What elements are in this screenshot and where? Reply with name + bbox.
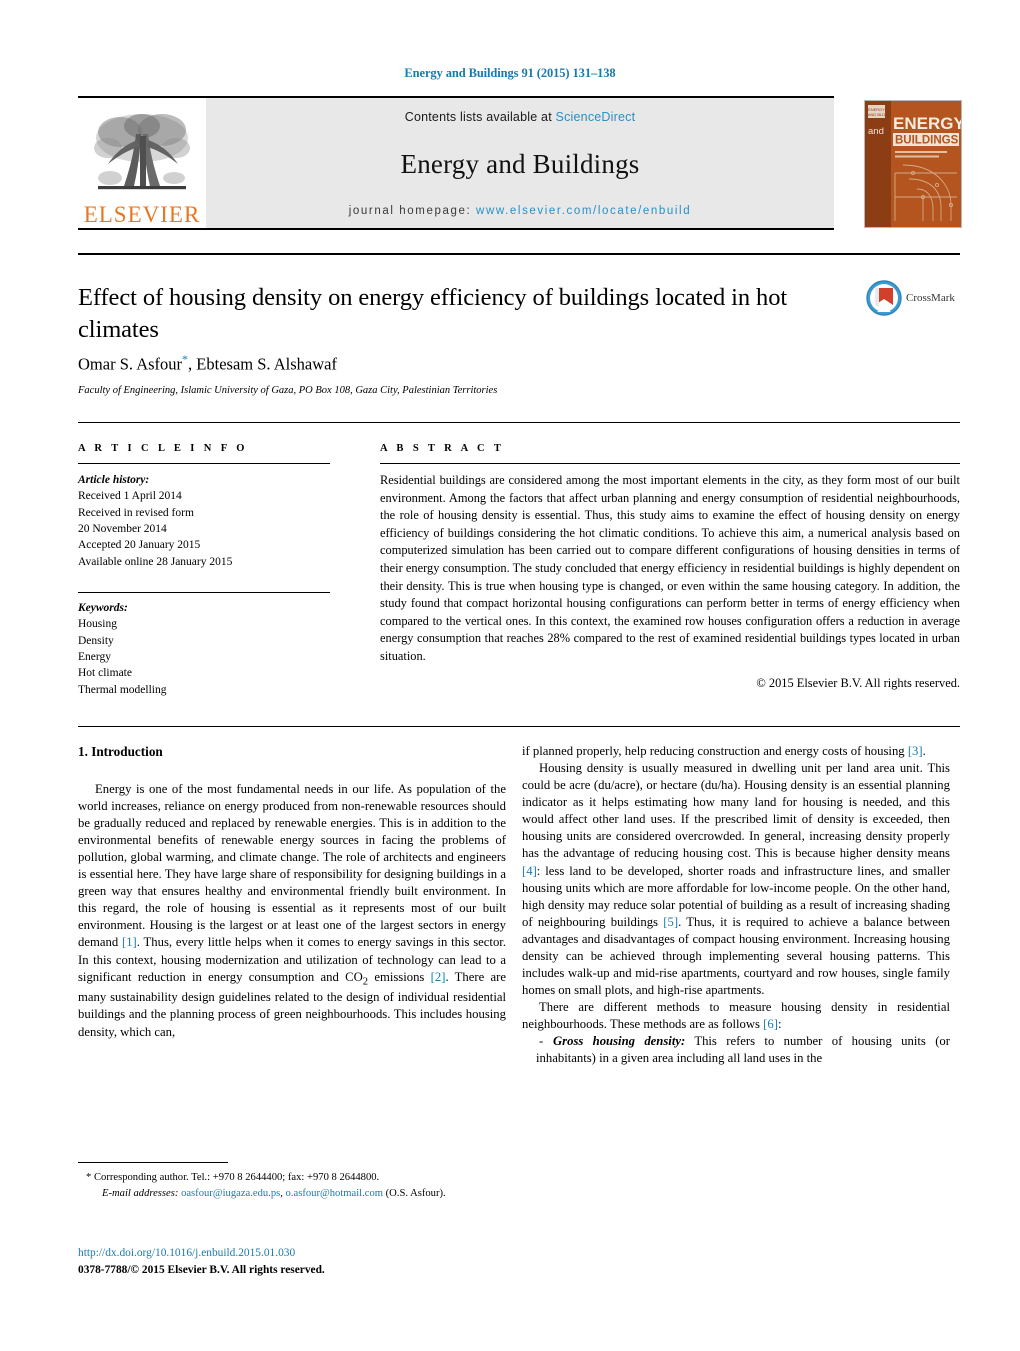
- keywords-rule: [78, 591, 330, 593]
- author-primary: Omar S. Asfour: [78, 354, 183, 374]
- abstract-rule: [380, 463, 960, 464]
- email-label: E-mail addresses:: [102, 1187, 179, 1199]
- intro-text-a: Energy is one of the most fundamental ne…: [78, 781, 506, 950]
- journal-title: Energy and Buildings: [400, 149, 640, 179]
- cover-art-icon: ENERGY AND BLD and ENERGY BUILDINGS: [865, 101, 961, 227]
- keywords-block: Keywords: Housing Density Energy Hot cli…: [78, 591, 330, 698]
- doi-block: http://dx.doi.org/10.1016/j.enbuild.2015…: [78, 1245, 518, 1279]
- homepage-prefix: journal homepage:: [348, 205, 477, 217]
- copyright-line: © 2015 Elsevier B.V. All rights reserved…: [756, 675, 960, 690]
- keyword-item: Hot climate: [78, 667, 132, 680]
- page-title: Effect of housing density on energy effi…: [78, 284, 788, 344]
- contents-prefix: Contents lists available at: [404, 110, 556, 124]
- keywords-label: Keywords:: [78, 601, 128, 614]
- methods-text-a: There are different methods to measure h…: [522, 1000, 950, 1032]
- intro-cont-end: .: [922, 744, 926, 758]
- list-dash: -: [539, 1034, 544, 1049]
- body-column-left: 1. Introduction Energy is one of the mos…: [78, 743, 506, 1041]
- intro-cont-text: if planned properly, help reducing const…: [522, 744, 908, 758]
- crossmark-icon: [866, 280, 902, 316]
- history-item: Received in revised form: [78, 506, 194, 519]
- history-item: 20 November 2014: [78, 522, 167, 535]
- abstract-heading: A B S T R A C T: [380, 443, 505, 454]
- article-info-column: A R T I C L E I N F O Article history: R…: [78, 443, 330, 698]
- keyword-item: Density: [78, 634, 114, 647]
- journal-homepage-line: journal homepage: www.elsevier.com/locat…: [349, 205, 691, 217]
- footnote-divider: [78, 1162, 228, 1163]
- keyword-item: Energy: [78, 650, 112, 663]
- info-band-bottom-divider: [78, 726, 960, 727]
- body-column-right: if planned properly, help reducing const…: [522, 743, 950, 1067]
- info-band-top-divider: [78, 422, 960, 423]
- history-item: Available online 28 January 2015: [78, 555, 233, 568]
- doi-link[interactable]: http://dx.doi.org/10.1016/j.enbuild.2015…: [78, 1245, 518, 1262]
- svg-text:and: and: [868, 126, 884, 137]
- svg-text:AND BLD: AND BLD: [868, 112, 885, 117]
- email-line: E-mail addresses: oasfour@iugaza.edu.ps,…: [78, 1186, 506, 1202]
- article-info-heading: A R T I C L E I N F O: [78, 443, 248, 454]
- citation-ref-2[interactable]: [2]: [431, 970, 446, 984]
- corresponding-author-text: Corresponding author. Tel.: +970 8 26444…: [93, 1172, 380, 1183]
- footnote-block: * Corresponding author. Tel.: +970 8 264…: [78, 1170, 506, 1202]
- article-info-rule: [78, 463, 330, 464]
- methods-text-b: :: [777, 1017, 782, 1032]
- article-first-page: Energy and Buildings 91 (2015) 131–138 E…: [0, 0, 1020, 1351]
- history-item: Accepted 20 January 2015: [78, 539, 201, 552]
- elsevier-wordmark: ELSEVIER: [83, 202, 201, 227]
- citation-ref-1[interactable]: [1]: [122, 935, 137, 949]
- section-heading-introduction: 1. Introduction: [78, 744, 163, 759]
- paragraph-density-methods: There are different methods to measure h…: [522, 999, 950, 1033]
- history-item: Received 1 April 2014: [78, 490, 182, 503]
- svg-text:BUILDINGS: BUILDINGS: [895, 135, 959, 147]
- email-link-1[interactable]: oasfour@iugaza.edu.ps: [181, 1188, 280, 1199]
- keyword-item: Thermal modelling: [78, 683, 167, 696]
- article-history-label: Article history:: [78, 474, 150, 486]
- paragraph-intro-1-continued: if planned properly, help reducing const…: [522, 743, 950, 760]
- svg-text:ENERGY: ENERGY: [893, 114, 961, 133]
- abstract-column: A B S T R A C T Residential buildings ar…: [380, 443, 960, 691]
- email-suffix: (O.S. Asfour).: [382, 1187, 446, 1199]
- paragraph-density-measurement: Housing density is usually measured in d…: [522, 760, 950, 999]
- density-text-a: Housing density is usually measured in d…: [522, 761, 950, 861]
- contents-available-line: Contents lists available at ScienceDirec…: [405, 110, 636, 124]
- elsevier-tree-icon: [94, 114, 190, 190]
- citation-ref-5[interactable]: [5]: [663, 915, 678, 929]
- citation-ref-3[interactable]: [3]: [908, 744, 923, 758]
- paragraph-intro-1: Energy is one of the most fundamental ne…: [78, 781, 506, 1041]
- intro-text-c: emissions: [368, 969, 431, 984]
- email-link-2[interactable]: o.asfour@hotmail.com: [286, 1188, 383, 1199]
- journal-band: Contents lists available at ScienceDirec…: [206, 98, 834, 228]
- journal-cover-thumbnail: ENERGY AND BLD and ENERGY BUILDINGS: [864, 100, 962, 228]
- title-divider: [78, 253, 960, 255]
- footnote-marker: *: [86, 1172, 92, 1183]
- crossmark-label: CrossMark: [906, 292, 955, 304]
- journal-masthead: ELSEVIER Contents lists available at Sci…: [78, 96, 834, 230]
- corresponding-author-note: * Corresponding author. Tel.: +970 8 264…: [78, 1170, 506, 1186]
- issn-copyright-line: 0378-7788/© 2015 Elsevier B.V. All right…: [78, 1264, 325, 1277]
- author-secondary: , Ebtesam S. Alshawaf: [188, 354, 337, 374]
- list-item-term: Gross housing density:: [553, 1034, 686, 1049]
- homepage-url-link[interactable]: www.elsevier.com/locate/enbuild: [476, 205, 691, 217]
- affiliation: Faculty of Engineering, Islamic Universi…: [78, 385, 498, 396]
- author-list: Omar S. Asfour*, Ebtesam S. Alshawaf: [78, 352, 838, 375]
- keyword-item: Housing: [78, 618, 117, 631]
- list-item-gross-housing-density: - Gross housing density: This refers to n…: [522, 1033, 950, 1067]
- crossmark-badge[interactable]: CrossMark: [866, 280, 955, 316]
- running-head: Energy and Buildings 91 (2015) 131–138: [404, 66, 616, 80]
- citation-ref-4[interactable]: [4]: [522, 864, 537, 878]
- abstract-text: Residential buildings are considered amo…: [380, 473, 960, 664]
- sciencedirect-link[interactable]: ScienceDirect: [556, 110, 636, 124]
- elsevier-logo: ELSEVIER: [78, 98, 206, 228]
- citation-ref-6[interactable]: [6]: [763, 1017, 778, 1031]
